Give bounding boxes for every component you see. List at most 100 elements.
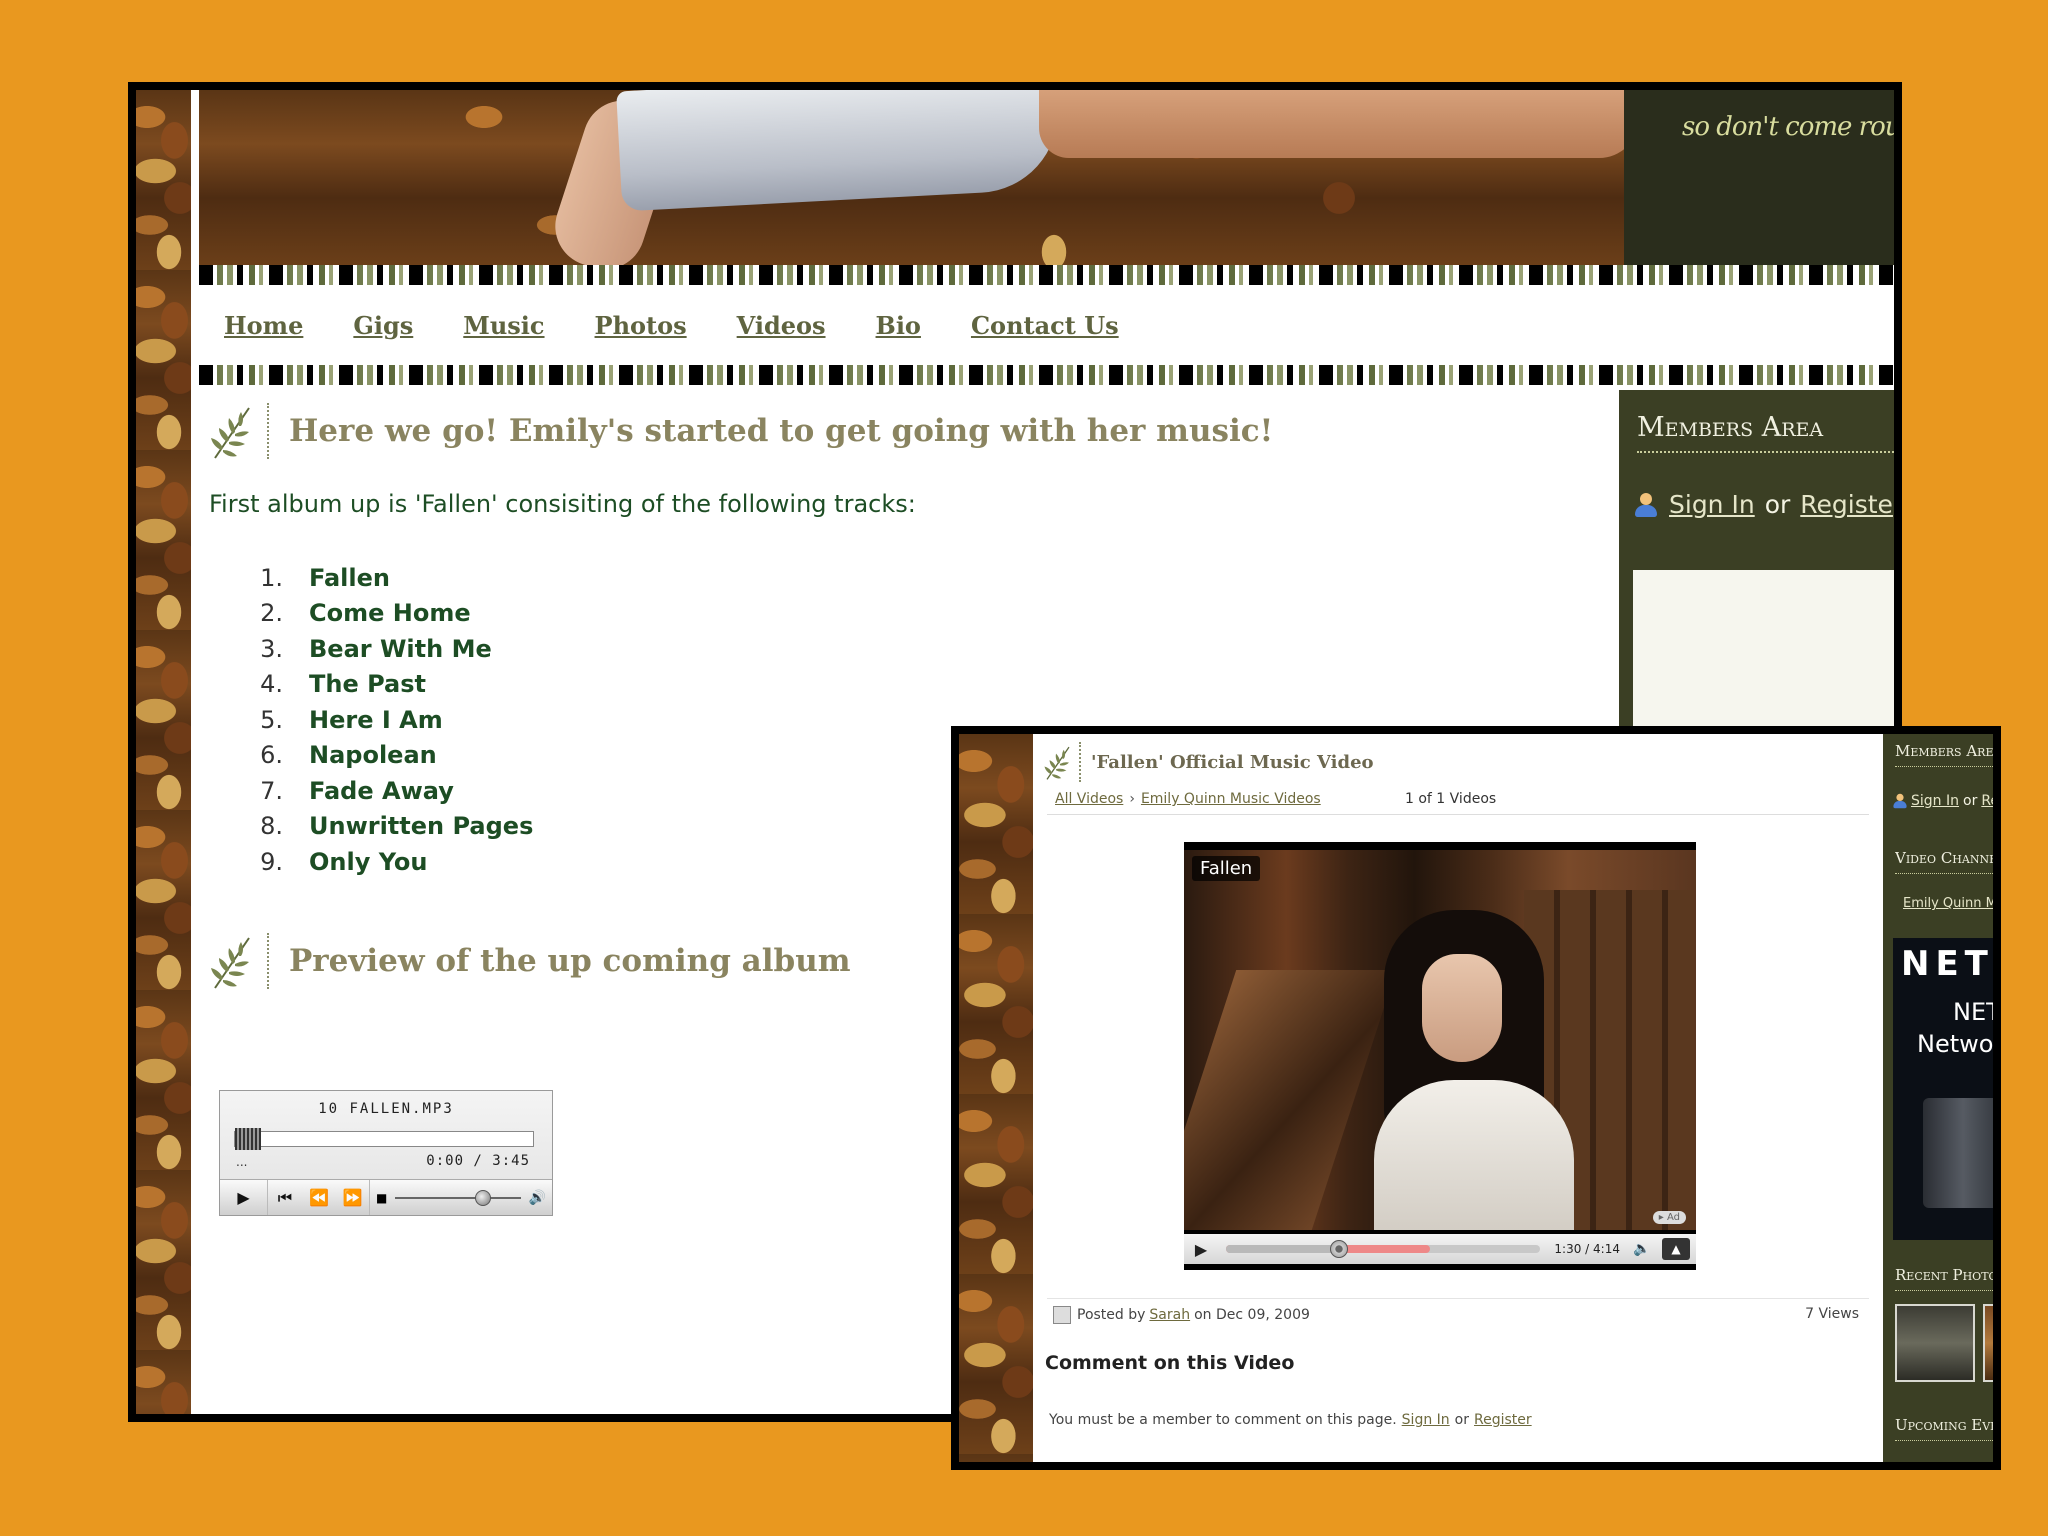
video-sidebar: Members Area Sign In or Re Video Channel… <box>1883 734 1993 1462</box>
video-seek-knob[interactable] <box>1330 1240 1349 1258</box>
post-title-preview: Preview of the up coming album <box>289 943 851 979</box>
track-name: Unwritten Pages <box>309 812 534 841</box>
track-name: Here I Am <box>309 705 443 734</box>
nav-gigs[interactable]: Gigs <box>353 311 413 340</box>
audio-file-name: 10 FALLEN.MP3 <box>318 1101 454 1117</box>
track-name: The Past <box>309 670 426 699</box>
comment-register-link[interactable]: Register <box>1474 1412 1532 1428</box>
post-header-preview: Preview of the up coming album <box>209 930 851 992</box>
video-frame[interactable]: Fallen ▸ Ad <box>1184 850 1696 1230</box>
posted-by: Posted by Sarah on Dec 09, 2009 <box>1053 1306 1310 1324</box>
nav-music[interactable]: Music <box>463 311 544 340</box>
members-login: Sign In or Registe <box>1633 490 1894 519</box>
audio-seek-bar[interactable] <box>234 1128 534 1150</box>
track-number: 5. <box>260 705 283 734</box>
track-name: Only You <box>309 847 428 876</box>
sign-in-link[interactable]: Sign In <box>1669 490 1755 519</box>
track-item: 5. Here I Am <box>239 702 533 738</box>
track-name: Fade Away <box>309 776 454 805</box>
volume-icon[interactable]: 🔈 <box>1628 1241 1656 1257</box>
track-name: Napolean <box>309 741 437 770</box>
track-name: Bear With Me <box>309 634 492 663</box>
play-icon[interactable]: ▶ <box>1184 1240 1218 1259</box>
left-leaves-border <box>959 734 1033 1462</box>
breadcrumb-all-videos[interactable]: All Videos <box>1055 791 1123 807</box>
header-tagline-panel: so don't come rour <box>1624 90 1894 265</box>
audio-player: 10 FALLEN.MP3 ... 0:00 / 3:45 ▶ ⏮ ⏪ ⏩ ■ <box>219 1090 553 1216</box>
header-photo-leg <box>1039 90 1624 158</box>
breadcrumb-channel[interactable]: Emily Quinn Music Videos <box>1141 791 1321 807</box>
nav-videos[interactable]: Videos <box>737 311 826 340</box>
left-white-bar <box>191 90 199 1414</box>
nav-contact-us[interactable]: Contact Us <box>971 311 1119 340</box>
post-divider <box>267 933 269 989</box>
or-text: or <box>1764 490 1791 519</box>
volume-knob[interactable] <box>475 1189 492 1206</box>
track-item: 7. Fade Away <box>239 773 533 809</box>
post-header: Here we go! Emily's started to get going… <box>209 400 1273 462</box>
video-seek-bar[interactable] <box>1226 1240 1541 1258</box>
channel-link[interactable]: Emily Quinn Mus <box>1903 896 1993 911</box>
nav-stripe-top <box>199 265 1894 285</box>
rewind-icon[interactable]: ⏪ <box>302 1180 336 1215</box>
video-title: 'Fallen' Official Music Video <box>1091 751 1374 773</box>
header-photo <box>199 90 1624 265</box>
divider <box>1047 814 1869 815</box>
video-channels-title: Video Channels <box>1895 849 1993 874</box>
video-played-bar <box>1226 1245 1340 1253</box>
track-name: Come Home <box>309 599 471 628</box>
header-tagline: so don't come rour <box>1682 112 1894 142</box>
audio-seek-thumb[interactable] <box>235 1128 261 1150</box>
post-divider <box>1079 742 1081 782</box>
video-label: Fallen <box>1192 856 1261 881</box>
play-icon[interactable]: ▶ <box>220 1180 268 1215</box>
or-text: or <box>1454 1412 1469 1428</box>
sign-in-link[interactable]: Sign In <box>1911 793 1959 809</box>
comment-sign-in-link[interactable]: Sign In <box>1402 1412 1450 1428</box>
fast-forward-icon[interactable]: ⏩ <box>336 1180 370 1215</box>
nav-bio[interactable]: Bio <box>876 311 921 340</box>
ad-line-1: NETG <box>1953 998 1993 1026</box>
audio-controls: ▶ ⏮ ⏪ ⏩ ■ 🔊 <box>220 1179 552 1215</box>
track-item: 6. Napolean <box>239 738 533 774</box>
video-ad-badge[interactable]: ▸ Ad <box>1652 1211 1686 1224</box>
comment-note: You must be a member to comment on this … <box>1049 1412 1532 1428</box>
upcoming-events-title: Upcoming Event <box>1895 1416 1993 1441</box>
or-text: or <box>1963 793 1978 809</box>
audio-status-dots: ... <box>236 1155 248 1169</box>
left-leaves-border <box>136 90 191 1414</box>
track-number: 1. <box>260 563 283 592</box>
video-player: Fallen ▸ Ad ▶ 1:30 / 4:14 🔈 ▲ <box>1184 842 1696 1270</box>
photo-thumbnail[interactable] <box>1983 1304 1993 1382</box>
track-item: 4. The Past <box>239 667 533 703</box>
track-name: Fallen <box>309 563 390 592</box>
video-still-banister <box>1184 970 1397 1230</box>
breadcrumb-separator: › <box>1129 791 1135 807</box>
track-number: 8. <box>260 812 283 841</box>
video-main: 'Fallen' Official Music Video All Videos… <box>1033 734 1883 1462</box>
register-link[interactable]: Re <box>1981 793 1993 809</box>
track-item: 2. Come Home <box>239 596 533 632</box>
comment-note-text: You must be a member to comment on this … <box>1049 1412 1397 1428</box>
nav-stripe-bottom <box>199 365 1894 385</box>
track-list: 1. Fallen 2. Come Home 3. Bear With Me 4. The P… <box>239 560 533 880</box>
prev-track-icon[interactable]: ⏮ <box>268 1180 302 1215</box>
fern-icon <box>1044 746 1070 780</box>
video-count: 1 of 1 Videos <box>1405 791 1497 807</box>
nav-photos[interactable]: Photos <box>595 311 687 340</box>
video-window: 'Fallen' Official Music Video All Videos… <box>951 726 2001 1470</box>
track-number: 4. <box>260 670 283 699</box>
register-link[interactable]: Registe <box>1800 490 1893 519</box>
nav-home[interactable]: Home <box>224 311 303 340</box>
recent-photos <box>1895 1304 1993 1382</box>
track-item: 1. Fallen <box>239 560 533 596</box>
volume-slider[interactable] <box>395 1189 521 1206</box>
author-link[interactable]: Sarah <box>1149 1307 1190 1323</box>
video-still-dress <box>1374 1080 1574 1230</box>
expand-icon[interactable]: ▲ <box>1662 1238 1690 1260</box>
photo-thumbnail[interactable] <box>1895 1304 1975 1382</box>
main-nav: Home Gigs Music Photos Videos Bio Contac… <box>199 285 1894 365</box>
sidebar-ad[interactable]: NETG NETG Network <box>1893 938 1993 1240</box>
breadcrumb: All Videos › Emily Quinn Music Videos <box>1055 791 1321 807</box>
post-divider <box>267 403 269 459</box>
